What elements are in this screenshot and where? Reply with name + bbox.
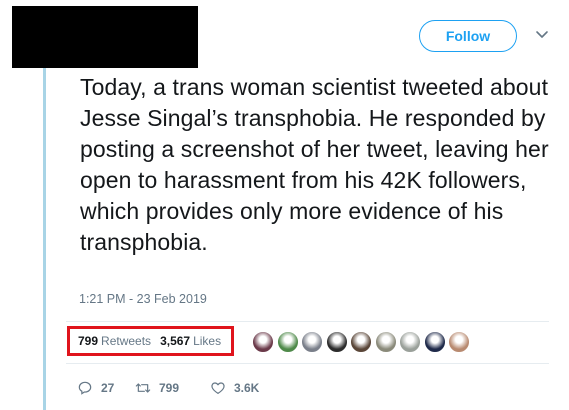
reply-button[interactable]: 27 [77,380,135,396]
liked-by-avatar[interactable] [399,331,421,353]
liked-by-avatars [252,331,473,353]
tweet-text: Today, a trans woman scientist tweeted a… [80,74,549,255]
like-count: 3.6K [234,381,260,395]
divider [66,363,549,364]
liked-by-avatar[interactable] [448,331,470,353]
like-button[interactable]: 3.6K [210,380,259,396]
tweet-timestamp[interactable]: 1:21 PM - 23 Feb 2019 [79,292,207,306]
heart-icon [211,382,225,394]
liked-by-avatar[interactable] [374,331,397,353]
likes-label[interactable]: Likes [193,334,221,348]
liked-by-avatar[interactable] [350,331,372,353]
thread-line [43,44,46,410]
retweets-count[interactable]: 799 [78,334,98,348]
tweet-actions: 27 799 3.6K [77,380,259,396]
retweet-count: 799 [159,381,180,395]
reply-count: 27 [101,381,115,395]
liked-by-avatar[interactable] [423,331,446,353]
retweets-label[interactable]: Retweets [101,334,151,348]
chevron-down-icon[interactable] [535,30,549,40]
follow-button[interactable]: Follow [419,20,517,52]
liked-by-avatar[interactable] [325,331,348,353]
divider [66,321,549,322]
retweet-icon [135,383,151,393]
likes-count[interactable]: 3,567 [160,334,190,348]
redacted-author-block [12,6,198,68]
engagement-stats: 799 Retweets 3,567 Likes [67,326,234,356]
liked-by-avatar[interactable] [301,331,323,353]
liked-by-avatar[interactable] [252,331,274,353]
retweet-button[interactable]: 799 [135,380,210,396]
liked-by-avatar[interactable] [276,331,299,353]
reply-icon [78,381,92,395]
